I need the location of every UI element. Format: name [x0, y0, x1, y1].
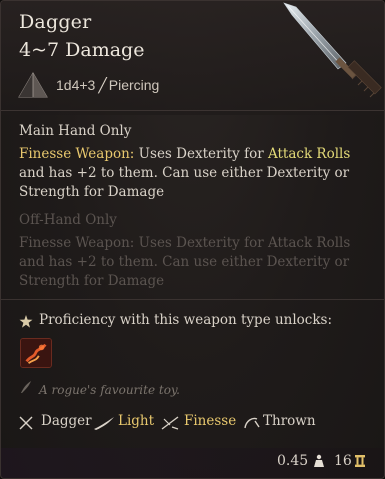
off-hand-description: Finesse Weapon: Uses Dexterity for Attac…	[19, 234, 369, 291]
coin-icon	[355, 455, 365, 467]
item-value: 16	[334, 453, 352, 469]
finesse-icon	[161, 416, 179, 430]
crossed-daggers-icon	[19, 416, 33, 430]
divider	[1, 110, 384, 111]
thrown-icon	[244, 417, 260, 429]
divider	[1, 299, 384, 300]
item-name: Dagger	[19, 11, 92, 33]
flavor-text: A rogue's favourite toy.	[39, 383, 180, 397]
main-hand-feature-name: Finesse Weapon:	[19, 146, 135, 162]
weight-icon	[314, 454, 324, 467]
damage-type: Piercing	[108, 77, 160, 93]
damage-dice: 1d4+3	[56, 77, 96, 93]
tag-label: Light	[118, 413, 155, 429]
item-tooltip: Dagger 4~7 Damage 1d4+3 ╱ Piercing Main Ha…	[0, 0, 385, 479]
star-icon	[19, 315, 33, 328]
quill-icon	[21, 381, 31, 393]
off-hand-feature-name: Finesse Weapon:	[19, 235, 135, 251]
tooltip-footer	[1, 448, 384, 478]
tag-label: Dagger	[41, 413, 92, 429]
piercing-icon: ╱	[98, 77, 107, 93]
main-hand-desc-2: and has +2 to them. Can use either Dexte…	[19, 165, 350, 200]
tag-label: Thrown	[263, 413, 316, 429]
main-hand-header: Main Hand Only	[19, 123, 132, 139]
item-weight: 0.45	[277, 453, 309, 469]
main-hand-desc-1: Uses Dexterity for	[134, 146, 268, 162]
proficiency-text: Proficiency with this weapon type unlock…	[39, 312, 333, 328]
main-hand-description: Finesse Weapon: Uses Dexterity for Attac…	[19, 145, 369, 202]
fire-slash-icon[interactable]	[20, 338, 52, 368]
feather-icon	[94, 417, 114, 430]
item-damage-range: 4~7 Damage	[19, 39, 145, 61]
d4-die-icon	[18, 72, 48, 98]
dagger-icon	[283, 2, 382, 98]
off-hand-header: Off-Hand Only	[19, 212, 117, 228]
damage-dice-line: 1d4+3 ╱ Piercing	[56, 77, 159, 94]
tag-label: Finesse	[184, 413, 237, 429]
attack-rolls-link[interactable]: Attack Rolls	[268, 146, 350, 162]
